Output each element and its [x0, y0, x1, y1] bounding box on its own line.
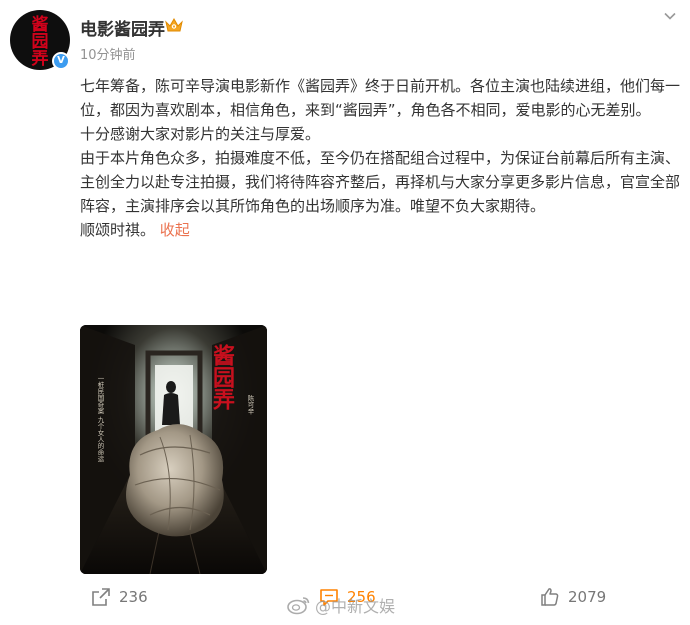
like-count: 2079	[568, 588, 607, 606]
avatar-logo-text: 酱 园 弄	[31, 14, 49, 69]
post-paragraph: 十分感谢大家对影片的关注与厚爱。	[80, 125, 321, 143]
poster-side-text: 一桩民国奇案 九个女人的命运	[96, 375, 104, 463]
post-paragraph: 由于本片角色众多，拍摄难度不低，至今仍在搭配组合过程中，为保证台前幕后所有主演、…	[80, 149, 681, 215]
chevron-down-icon[interactable]	[662, 8, 678, 24]
post-paragraph: 七年筹备，陈可辛导演电影新作《酱园弄》终于日前开机。各位主演也陆续进组，他们每一…	[80, 77, 681, 119]
like-button[interactable]: 2079	[540, 584, 606, 610]
verified-badge-icon: V	[52, 52, 70, 70]
user-name[interactable]: 电影酱园弄	[80, 15, 165, 40]
poster-artwork: 酱园弄 一桩民国奇案 九个女人的命运 陈可辛	[80, 325, 267, 574]
collapse-link[interactable]: 收起	[160, 221, 190, 239]
thumbs-up-icon	[541, 588, 559, 606]
post-text: 七年筹备，陈可辛导演电影新作《酱园弄》终于日前开机。各位主演也陆续进组，他们每一…	[80, 74, 680, 242]
post-time[interactable]: 10分钟前	[80, 44, 136, 63]
share-count: 236	[119, 588, 148, 606]
weibo-logo-icon	[287, 597, 310, 615]
post-closing-line: 顺颂时祺。 收起	[80, 218, 680, 242]
share-button[interactable]: 236	[91, 584, 148, 610]
share-icon	[92, 588, 110, 606]
crown-icon	[165, 17, 183, 32]
poster-title-char: 酱园弄	[209, 343, 235, 411]
closing-text: 顺颂时祺。	[80, 221, 156, 239]
poster-director-text: 陈可辛	[246, 394, 254, 416]
movie-poster-image[interactable]: 酱园弄 一桩民国奇案 九个女人的命运 陈可辛	[80, 325, 267, 574]
watermark: @中新文娱	[287, 593, 395, 617]
watermark-text: @中新文娱	[315, 597, 396, 616]
